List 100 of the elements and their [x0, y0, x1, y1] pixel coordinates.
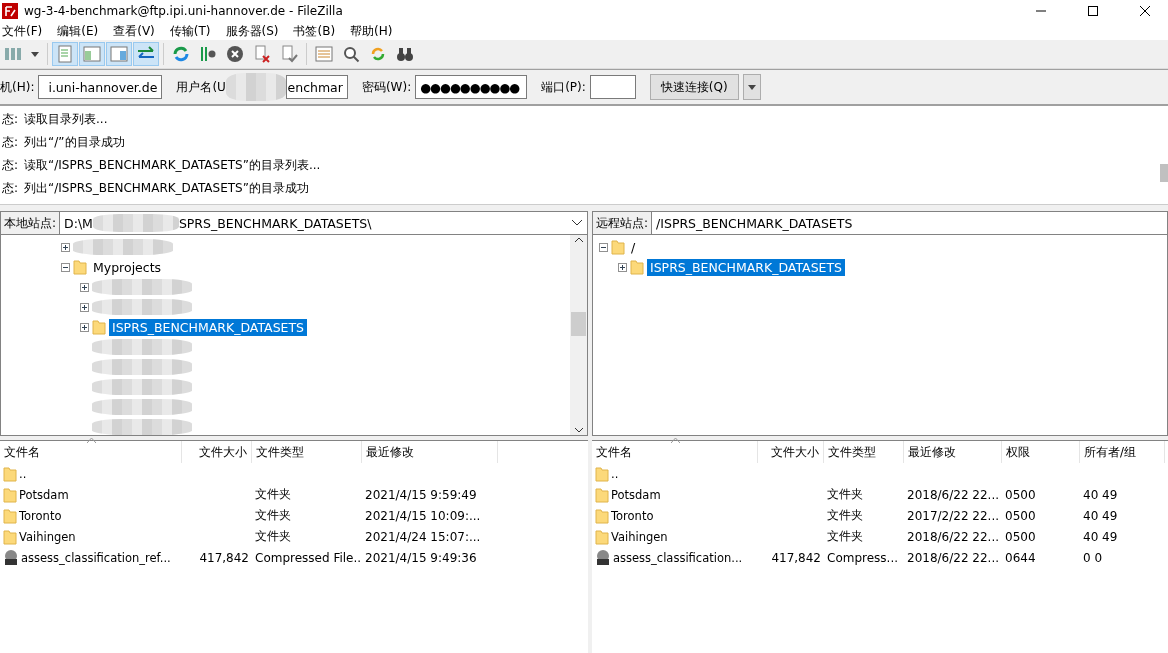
archive-file-icon [3, 549, 19, 566]
file-name[interactable]: .. [611, 466, 619, 481]
window-title: wg-3-4-benchmark@ftp.ipi.uni-hannover.de - FileZilla [24, 4, 344, 18]
column-header[interactable]: 最近修改 [904, 441, 1002, 463]
column-header[interactable]: 文件类型 [824, 441, 904, 463]
scroll-down-icon[interactable] [573, 427, 584, 433]
scrollbar-thumb[interactable] [1160, 164, 1168, 182]
folder-icon [73, 259, 87, 275]
table-cell-text: 40 49 [1082, 508, 1119, 523]
file-name[interactable]: assess_classification... [613, 550, 743, 565]
status-label: 态: [2, 180, 19, 197]
password-field[interactable]: ●●●●●●●●●● [415, 75, 528, 99]
folder-icon [3, 507, 17, 524]
file-name[interactable]: Potsdam [19, 487, 69, 502]
menu-item[interactable]: 帮助(H) [348, 22, 406, 40]
file-name[interactable]: Toronto [19, 508, 62, 523]
menu-item[interactable]: 编辑(E) [55, 22, 112, 40]
port-field[interactable] [589, 75, 636, 99]
magnifier-icon [341, 44, 361, 64]
table-cell-text: 417,842 [770, 550, 822, 565]
log-message: 列出“/”的目录成功 [24, 134, 125, 151]
tree-item[interactable]: ISPRS_BENCHMARK_DATASETS [647, 258, 846, 276]
file-name[interactable]: Vaihingen [19, 529, 76, 544]
table-cell-text: 2017/2/22 22... [906, 508, 1001, 523]
collapse-icon[interactable] [61, 262, 70, 272]
column-header[interactable]: 所有者/组 [1080, 441, 1165, 463]
expand-icon[interactable] [80, 302, 89, 312]
tree-item[interactable]: ISPRS_BENCHMARK_DATASETS [109, 318, 308, 336]
menu-item[interactable]: 服务器(S) [223, 22, 292, 40]
expand-icon[interactable] [80, 322, 89, 332]
cancel-icon [225, 44, 245, 64]
menu-item[interactable]: 文件(F) [0, 22, 56, 40]
column-header[interactable]: 文件名 [592, 441, 758, 463]
folder-icon [595, 486, 609, 503]
menu-item[interactable]: 查看(V) [111, 22, 168, 40]
table-cell-text: 0500 [1004, 508, 1037, 523]
table-cell-text: 文件夹 [826, 528, 864, 545]
table-cell-text: 417,842 [198, 550, 250, 565]
site-label: 本地站点: [1, 212, 61, 234]
column-header[interactable]: 文件大小 [758, 441, 824, 463]
close-icon[interactable] [1140, 6, 1150, 16]
file-name[interactable]: assess_classification_ref... [21, 550, 171, 565]
file-name[interactable]: Potsdam [611, 487, 661, 502]
username-field[interactable]: enchmar [285, 75, 348, 99]
password-label: 密码(W): [361, 78, 412, 96]
blurred-region [225, 73, 286, 101]
table-cell-text: 0500 [1004, 487, 1037, 502]
status-label: 态: [2, 111, 19, 128]
quickconnect-button[interactable]: 快速连接(Q) [649, 74, 739, 100]
scrollbar-thumb[interactable] [571, 312, 586, 336]
column-header[interactable]: 最近修改 [362, 441, 498, 463]
table-cell-text: 0644 [1004, 550, 1037, 565]
column-header[interactable]: 文件名 [0, 441, 182, 463]
dropdown-button[interactable] [742, 74, 761, 100]
column-header[interactable]: 权限 [1002, 441, 1080, 463]
column-header[interactable]: 文件大小 [182, 441, 252, 463]
folder-icon [3, 486, 17, 503]
log-message: 读取“/ISPRS_BENCHMARK_DATASETS”的目录列表... [24, 157, 321, 174]
file-name[interactable]: Vaihingen [611, 529, 668, 544]
table-cell-text: 2018/6/22 22... [906, 550, 1001, 565]
table-cell-text: 40 49 [1082, 529, 1119, 544]
menu-item[interactable]: 传输(T) [167, 22, 224, 40]
table-cell-text: 文件夹 [254, 528, 292, 545]
table-cell-text: 0 0 [1082, 550, 1104, 565]
status-label: 态: [2, 157, 19, 174]
column-header[interactable]: 文件类型 [252, 441, 362, 463]
chevron-down-icon[interactable] [571, 219, 583, 227]
disconnect-icon [252, 44, 272, 64]
folder-icon [92, 319, 106, 335]
status-label: 态: [2, 134, 19, 151]
maximize-icon[interactable] [1088, 6, 1098, 16]
table-cell-text: 0500 [1004, 529, 1037, 544]
expand-icon[interactable] [618, 262, 627, 272]
table-cell-text: 2021/4/24 15:07:... [364, 529, 482, 544]
path-field[interactable]: /ISPRS_BENCHMARK_DATASETS [652, 212, 1167, 234]
host-field[interactable]: i.uni-hannover.de [38, 75, 163, 99]
menu-item[interactable]: 书签(B) [291, 22, 349, 40]
file-name[interactable]: Toronto [611, 508, 654, 523]
expand-icon[interactable] [80, 282, 89, 292]
refresh-icon [171, 44, 191, 64]
tree-item[interactable]: Myprojects [90, 258, 165, 276]
collapse-icon[interactable] [599, 242, 608, 252]
folder-icon [3, 528, 17, 545]
log-message: 读取目录列表... [24, 111, 108, 128]
file-name[interactable]: .. [19, 466, 27, 481]
table-cell-text: 2021/4/15 10:09:... [364, 508, 482, 523]
folder-icon [595, 507, 609, 524]
caret-icon [31, 51, 39, 57]
scroll-up-icon[interactable] [573, 237, 584, 243]
path-field[interactable]: D:\M SPRS_BENCHMARK_DATASETS\ [60, 212, 587, 234]
filter-icon [314, 44, 334, 64]
site-label: 远程站点: [593, 212, 653, 234]
toolbar-button[interactable] [133, 42, 159, 66]
table-cell-text: 文件夹 [826, 486, 864, 503]
folder-icon [595, 465, 609, 482]
archive-file-icon [595, 549, 611, 566]
tree-item[interactable]: / [628, 238, 639, 256]
expand-icon[interactable] [61, 242, 70, 252]
folder-icon [611, 239, 625, 255]
table-cell-text: 文件夹 [826, 507, 864, 524]
